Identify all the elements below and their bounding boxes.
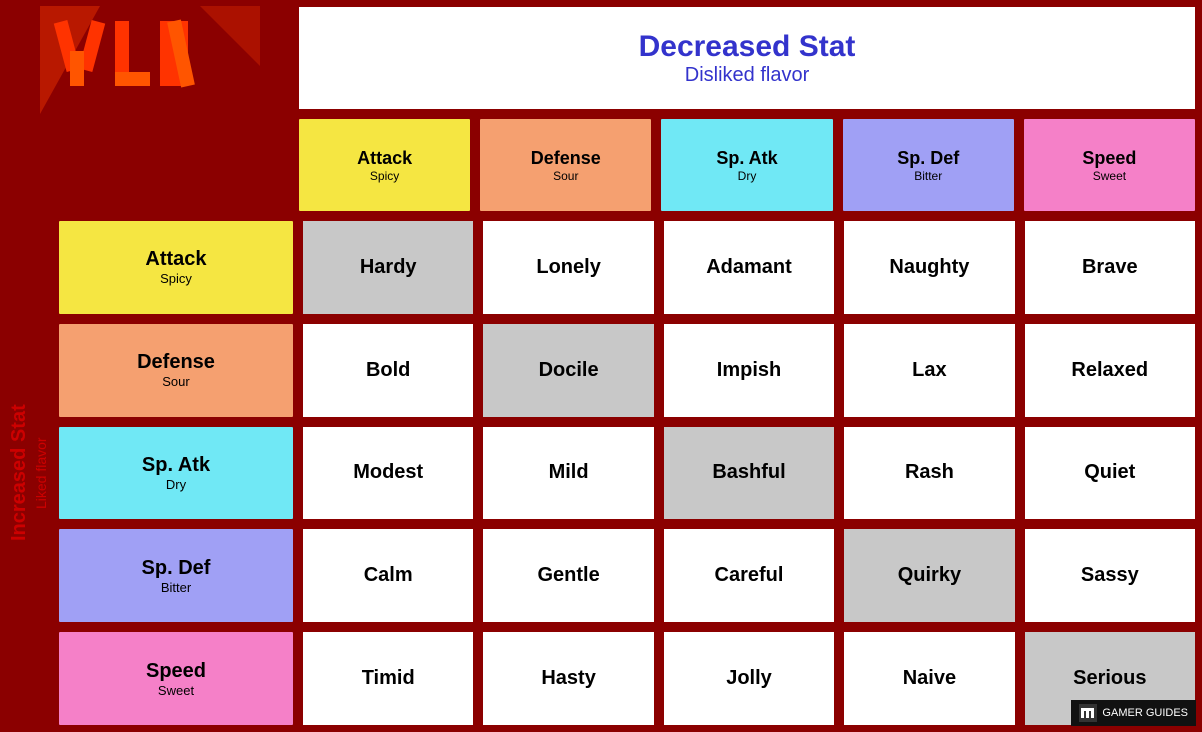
nature-r1-c2: Impish: [661, 321, 837, 420]
col-headers-bar: AttackSpicyDefenseSourSp. AtkDrySp. DefB…: [296, 116, 1198, 214]
nature-r2-c2: Bashful: [661, 424, 837, 523]
col-header-spdef: Sp. DefBitter: [840, 116, 1017, 214]
nature-r3-c1: Gentle: [480, 526, 656, 625]
row-header-0: AttackSpicy: [56, 218, 296, 317]
watermark: GAMER GUIDES: [1071, 700, 1196, 726]
nature-r0-c0: Hardy: [300, 218, 476, 317]
col-header-defense: DefenseSour: [477, 116, 654, 214]
nature-r1-c0: Bold: [300, 321, 476, 420]
decreased-stat-header-final: Decreased StatDisliked flavor: [296, 4, 1198, 112]
logo-area: [0, 0, 300, 120]
nature-r0-c1: Lonely: [480, 218, 656, 317]
increased-stat-text: Increased Stat: [6, 405, 32, 542]
watermark-text: GAMER GUIDES: [1102, 707, 1188, 719]
nature-r4-c2: Jolly: [661, 629, 837, 728]
logo-icon: [40, 6, 260, 114]
col-header-spatk: Sp. AtkDry: [658, 116, 835, 214]
nature-r0-c2: Adamant: [661, 218, 837, 317]
nature-r3-c2: Careful: [661, 526, 837, 625]
col-header-attack: AttackSpicy: [296, 116, 473, 214]
nature-r0-c3: Naughty: [841, 218, 1017, 317]
watermark-icon: [1079, 704, 1097, 722]
nature-r4-c3: Naive: [841, 629, 1017, 728]
nature-r3-c4: Sassy: [1022, 526, 1198, 625]
increased-stat-vertical: Increased StatLiked flavor: [0, 214, 56, 732]
nature-r2-c0: Modest: [300, 424, 476, 523]
row-header-3: Sp. DefBitter: [56, 526, 296, 625]
row-header-1: DefenseSour: [56, 321, 296, 420]
row-header-2: Sp. AtkDry: [56, 424, 296, 523]
nature-r0-c4: Brave: [1022, 218, 1198, 317]
nature-r3-c3: Quirky: [841, 526, 1017, 625]
nature-r1-c1: Docile: [480, 321, 656, 420]
ds-subtitle: Disliked flavor: [685, 64, 809, 87]
nature-r3-c0: Calm: [300, 526, 476, 625]
nature-r1-c4: Relaxed: [1022, 321, 1198, 420]
ds-title: Decreased Stat: [639, 30, 856, 64]
nature-r2-c3: Rash: [841, 424, 1017, 523]
nature-r2-c4: Quiet: [1022, 424, 1198, 523]
row-header-4: SpeedSweet: [56, 629, 296, 728]
col-header-speed: SpeedSweet: [1021, 116, 1198, 214]
nature-grid: AttackSpicyHardyLonelyAdamantNaughtyBrav…: [56, 218, 1198, 728]
nature-r4-c1: Hasty: [480, 629, 656, 728]
nature-r4-c0: Timid: [300, 629, 476, 728]
nature-r2-c1: Mild: [480, 424, 656, 523]
nature-r1-c3: Lax: [841, 321, 1017, 420]
liked-flavor-text: Liked flavor: [32, 437, 50, 509]
